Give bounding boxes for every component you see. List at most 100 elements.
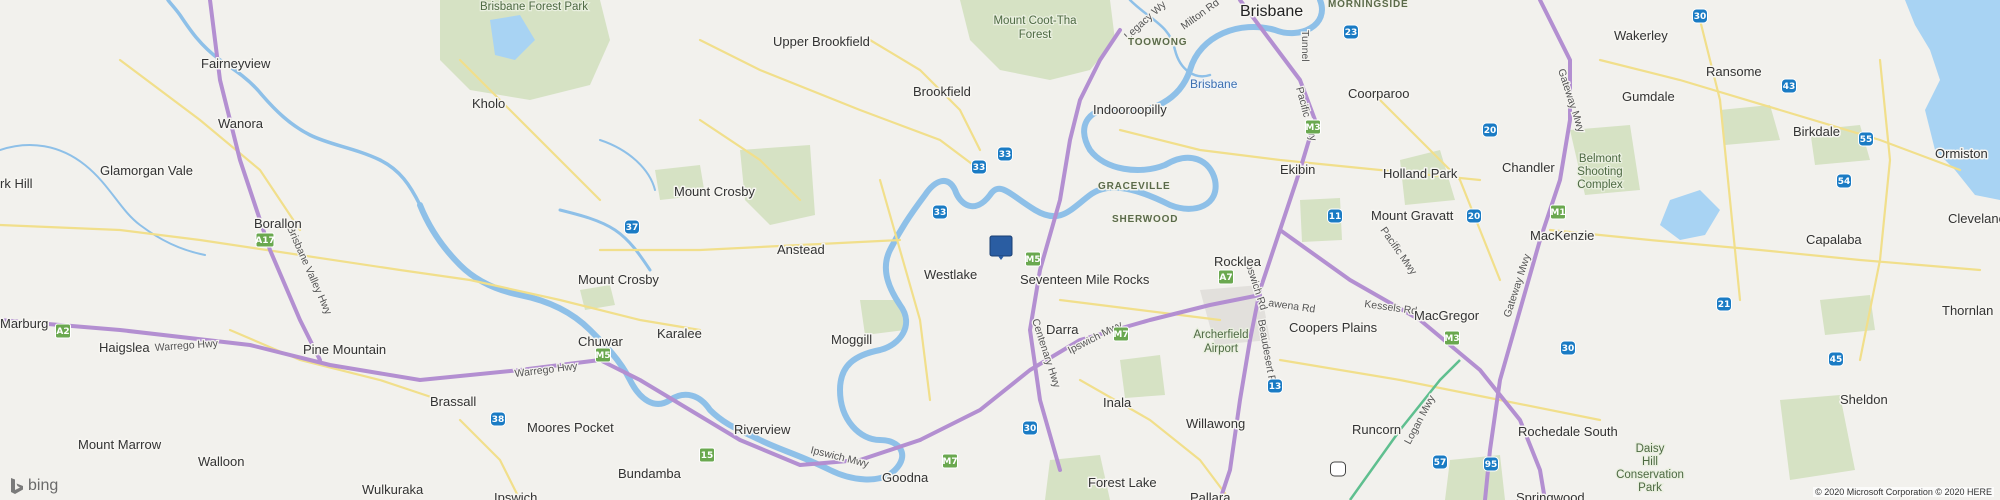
place-label: Ipswich [494, 490, 537, 500]
place-label: Glamorgan Vale [100, 163, 193, 178]
place-label: Westlake [924, 267, 977, 282]
belmont-label-2: Shooting [1577, 166, 1622, 178]
route-shield-label: 45 [1830, 355, 1843, 365]
place-label: Bundamba [618, 466, 682, 481]
route-shield: 38 [490, 411, 506, 427]
place-label: Coopers Plains [1289, 320, 1378, 335]
place-label: Seventeen Mile Rocks [1020, 272, 1150, 287]
place-label: Inala [1103, 395, 1132, 410]
brisbane-river-label: Brisbane [1190, 77, 1238, 91]
route-shield: A2 [55, 323, 71, 339]
brisbane-forest-park-label: Brisbane Forest Park [480, 1, 588, 13]
route-shield-label: A7 [1219, 273, 1232, 283]
route-shield-label: M5 [1025, 255, 1040, 265]
route-shield: 23 [1343, 24, 1359, 40]
route-shield: M5 [595, 347, 611, 363]
daisy-hill-label-2: Hill [1642, 456, 1658, 468]
route-shield-label: 15 [701, 451, 714, 461]
route-shield-label: 21 [1718, 300, 1731, 310]
place-label: Clevelanc [1948, 211, 2000, 226]
route-shield-label: 55 [1860, 135, 1873, 145]
place-label: Karalee [657, 326, 702, 341]
location-marker-icon[interactable] [989, 235, 1013, 261]
belmont-label-1: Belmont [1579, 153, 1622, 165]
place-label: Borallon [254, 216, 302, 231]
road-label: Tunnel [1299, 30, 1311, 62]
route-shield-label: 20 [1484, 126, 1497, 136]
bing-logo[interactable]: bing [10, 477, 58, 495]
mount-cootha-label-1: Mount Coot-Tha [993, 15, 1077, 27]
route-shield: A17 [255, 232, 275, 248]
place-label: Chandler [1502, 160, 1555, 175]
place-label: Runcorn [1352, 422, 1401, 437]
place-label: TOOWONG [1128, 37, 1187, 48]
daisy-hill-label-4: Park [1638, 482, 1662, 494]
route-shield-label: 13 [1332, 465, 1345, 475]
place-label: Rochedale South [1518, 424, 1618, 439]
place-label: Marburg [0, 316, 48, 331]
place-label: Fairneyview [201, 56, 271, 71]
route-shield-label: 11 [1329, 212, 1342, 222]
place-label: Brisbane [1240, 3, 1303, 20]
route-shield-label: 33 [934, 208, 947, 218]
route-shield-label: 43 [1783, 82, 1796, 92]
route-shield-label: 54 [1838, 177, 1851, 187]
route-shield: M3 [1444, 330, 1460, 346]
route-shield: 30 [1692, 8, 1708, 24]
place-label: Goodna [882, 470, 929, 485]
route-shield-label: 57 [1434, 458, 1447, 468]
belmont-label-3: Complex [1577, 179, 1623, 191]
place-label: Mount Gravatt [1371, 208, 1454, 223]
place-label: Rocklea [1214, 254, 1262, 269]
route-shield: 43 [1781, 78, 1797, 94]
route-shield: 13 [1330, 461, 1346, 477]
place-label: Capalaba [1806, 232, 1862, 247]
route-shield: 33 [932, 204, 948, 220]
route-shield-label: A17 [255, 236, 275, 246]
place-label: Gumdale [1622, 89, 1675, 104]
mount-cootha-label-2: Forest [1019, 29, 1052, 41]
place-label: Walloon [198, 454, 244, 469]
map-view[interactable]: Brisbane Forest Park Mount Coot-Tha Fore… [0, 0, 2000, 500]
archerfield-label-2: Airport [1204, 343, 1239, 355]
route-shield-label: M1 [1550, 208, 1565, 218]
route-shield-label: M7 [1113, 330, 1128, 340]
place-label: Willawong [1186, 416, 1245, 431]
route-shield-label: 20 [1468, 212, 1481, 222]
place-label: Wanora [218, 116, 264, 131]
place-label: MacKenzie [1530, 228, 1594, 243]
route-shield: M7 [1113, 326, 1129, 342]
route-shield: 20 [1482, 122, 1498, 138]
route-shield: 57 [1432, 454, 1448, 470]
route-shield-label: 37 [626, 223, 639, 233]
route-shield: 55 [1858, 131, 1874, 147]
route-shield: 21 [1716, 296, 1732, 312]
route-shield: M1 [1550, 204, 1566, 220]
route-shield-label: M3 [1444, 334, 1459, 344]
place-label: Brookfield [913, 84, 971, 99]
place-label: Indooroopilly [1093, 102, 1167, 117]
route-shield: 15 [699, 447, 715, 463]
place-label: Holland Park [1383, 166, 1458, 181]
route-shield: 95 [1483, 456, 1499, 472]
route-shield-label: M7 [942, 457, 957, 467]
place-label: Brassall [430, 394, 476, 409]
place-label: Ekibin [1280, 162, 1315, 177]
place-label: Pallara [1190, 490, 1231, 500]
route-shield: 33 [997, 146, 1013, 162]
route-shield-label: 23 [1345, 28, 1358, 38]
place-label: Mount Crosby [578, 272, 659, 287]
place-label: Wakerley [1614, 28, 1668, 43]
place-label: MacGregor [1414, 308, 1480, 323]
place-label: Mount Marrow [78, 437, 162, 452]
route-shield-label: 13 [1269, 382, 1282, 392]
route-shield: 11 [1327, 208, 1343, 224]
route-shield-label: 33 [973, 163, 986, 173]
place-label: Ormiston [1935, 146, 1988, 161]
place-label: Haigslea [99, 340, 150, 355]
bing-logo-icon [11, 478, 23, 494]
route-shield-label: 38 [492, 415, 505, 425]
place-label: rk Hill [0, 176, 33, 191]
route-shield-label: M3 [1305, 123, 1320, 133]
route-shield: M5 [1025, 251, 1041, 267]
